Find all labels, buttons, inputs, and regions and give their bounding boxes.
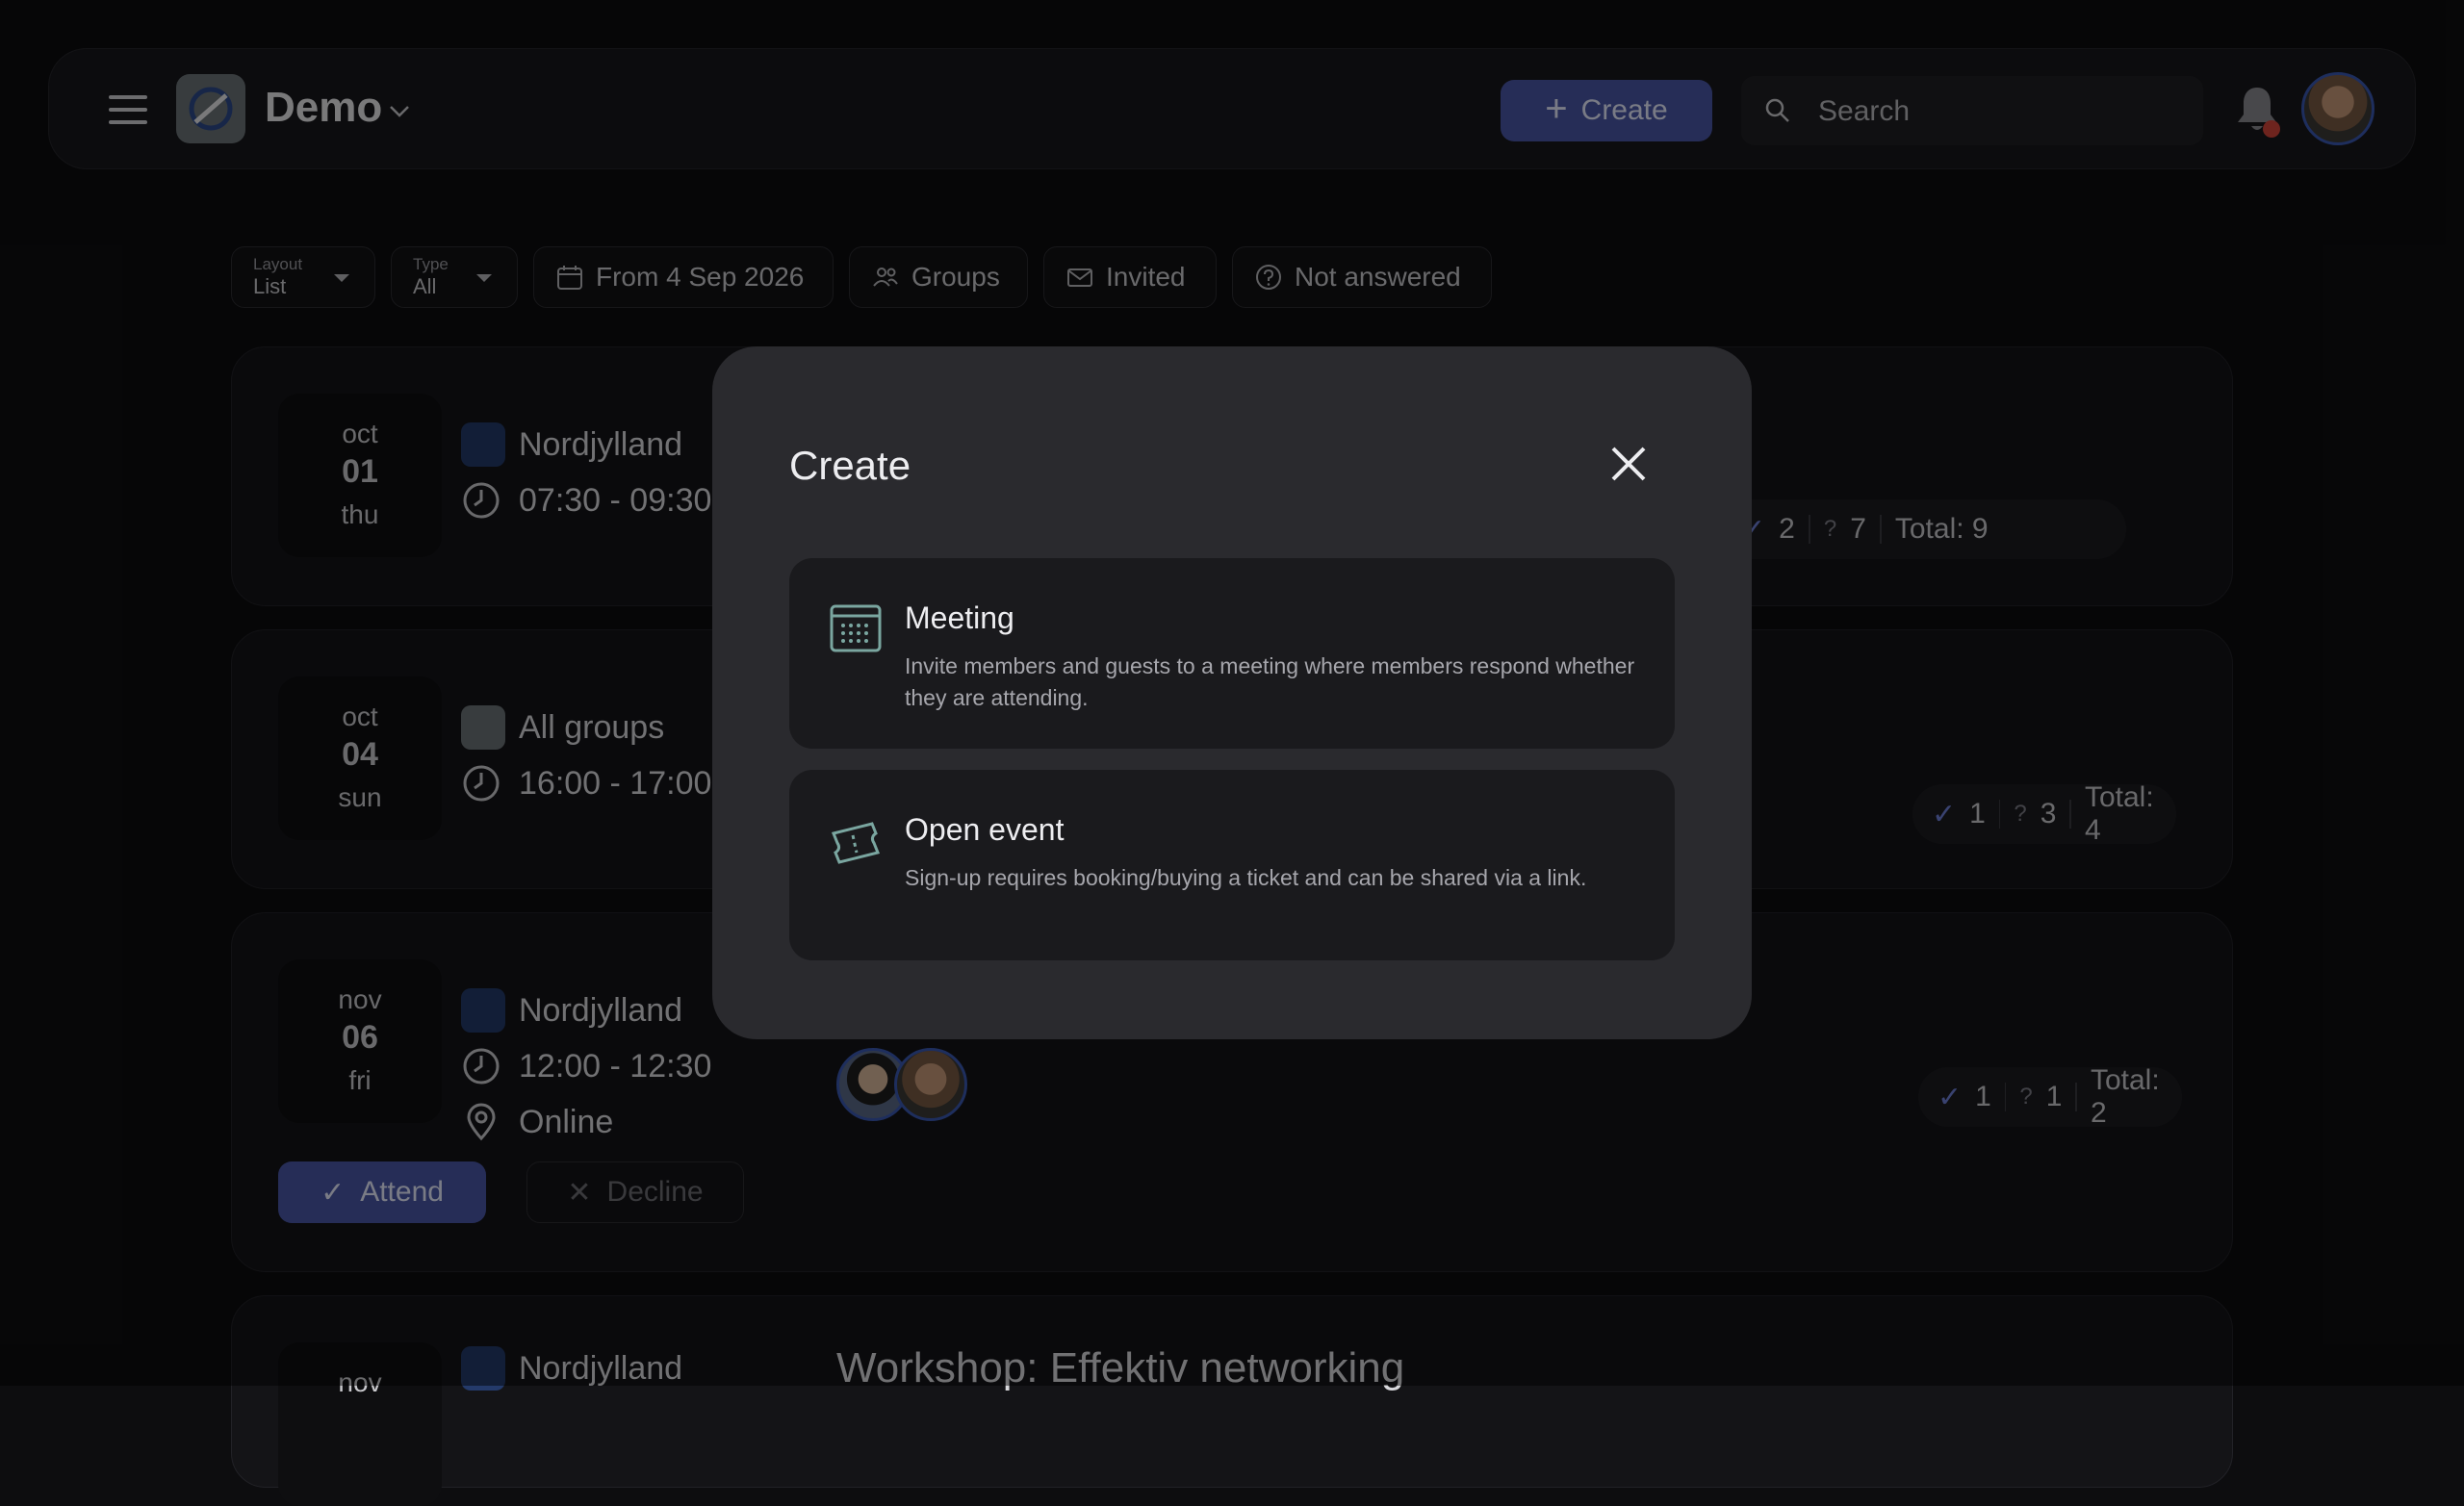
meeting-option[interactable]: Meeting Invite members and guests to a m… (789, 558, 1675, 749)
page: Demo + Create Layout List Type All From … (0, 0, 2464, 1506)
close-icon[interactable] (1607, 443, 1650, 485)
ticket-icon (831, 822, 881, 864)
modal-title: Create (789, 443, 911, 488)
meeting-description: Invite members and guests to a meeting w… (905, 653, 1635, 710)
create-modal: Create Meeting Invite members and guests… (712, 346, 1752, 1039)
calendar-grid-icon (830, 604, 882, 652)
open-event-option[interactable]: Open event Sign-up requires booking/buyi… (789, 770, 1675, 960)
open-event-title: Open event (905, 812, 1065, 847)
open-event-description: Sign-up requires booking/buying a ticket… (905, 865, 1587, 890)
meeting-title: Meeting (905, 600, 1014, 635)
